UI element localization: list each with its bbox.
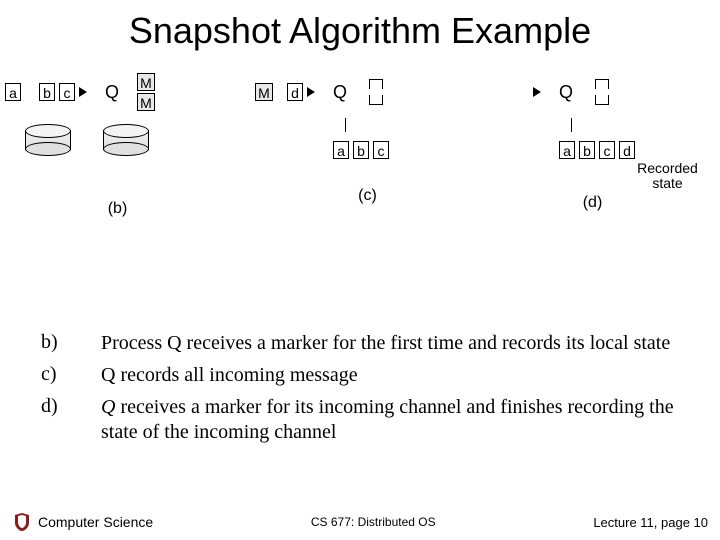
footer: Computer Science CS 677: Distributed OS …: [0, 512, 720, 532]
msg-c: c: [599, 141, 615, 159]
msg-b: b: [39, 83, 55, 101]
caption-b: (b): [5, 200, 230, 218]
msg-d: d: [287, 83, 303, 101]
marker-m: M: [137, 73, 155, 91]
msg-a: a: [559, 141, 575, 159]
footer-course: CS 677: Distributed OS: [153, 515, 593, 529]
bullet-label-c: c): [40, 362, 100, 394]
bullet-text-b: Process Q receives a marker for the firs…: [100, 330, 700, 362]
process-q: Q: [559, 82, 573, 103]
storage-icon: [103, 130, 149, 150]
bullet-label-d: d): [40, 394, 100, 451]
arrow-icon: [79, 87, 87, 97]
arrow-icon: [307, 87, 315, 97]
caption-c: (c): [255, 187, 480, 205]
marker-m: M: [137, 93, 155, 111]
connector-icon: [571, 118, 572, 132]
bullet-text-c: Q records all incoming message: [100, 362, 700, 394]
msg-a: a: [333, 141, 349, 159]
bullet-text-d: Q receives a marker for its incoming cha…: [100, 394, 700, 451]
diagram-b: a b c Q M M (b): [5, 72, 230, 218]
msg-d: d: [619, 141, 635, 159]
buffer-icon: [369, 79, 383, 89]
storage-icon: [25, 130, 71, 150]
diagram-d: Q a b c d Recorded state (d): [495, 72, 720, 212]
marker-m: M: [255, 83, 273, 101]
diagram-area: a b c Q M M (b) M d Q: [0, 72, 720, 292]
footer-dept: Computer Science: [38, 514, 153, 530]
slide-title: Snapshot Algorithm Example: [0, 0, 720, 52]
msg-c: c: [373, 141, 389, 159]
bullet-label-b: b): [40, 330, 100, 362]
msg-c: c: [59, 83, 75, 101]
msg-a: a: [5, 83, 21, 101]
caption-d: (d): [465, 194, 720, 212]
bullet-list: b) Process Q receives a marker for the f…: [40, 330, 700, 451]
msg-b: b: [579, 141, 595, 159]
footer-left: Computer Science: [12, 512, 153, 532]
footer-page: Lecture 11, page 10: [593, 515, 708, 530]
recorded-state-label: Recorded state: [615, 161, 720, 192]
umass-logo-icon: [12, 512, 32, 532]
buffer-icon: [595, 79, 609, 89]
process-q: Q: [105, 82, 119, 103]
msg-b: b: [353, 141, 369, 159]
buffer-icon: [369, 95, 383, 105]
diagram-c: M d Q a b c (c): [255, 72, 480, 205]
connector-icon: [345, 118, 346, 132]
process-q: Q: [333, 82, 347, 103]
arrow-icon: [533, 87, 541, 97]
buffer-icon: [595, 95, 609, 105]
